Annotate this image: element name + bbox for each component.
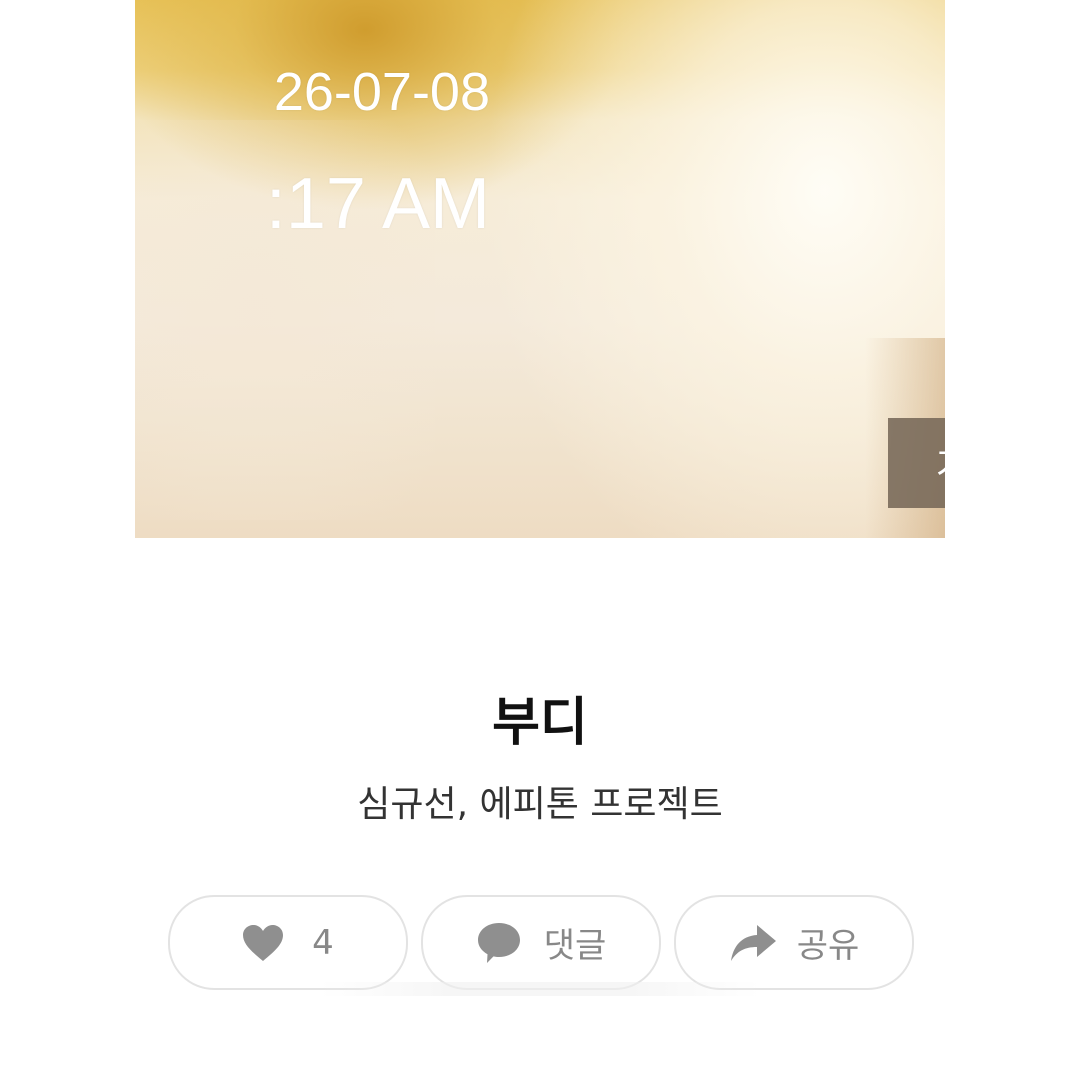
lyrics-button[interactable]: 가사 (888, 418, 945, 508)
faint-divider (320, 982, 760, 996)
share-label: 공유 (796, 926, 860, 966)
action-row: 4 댓글 공유 (168, 895, 914, 990)
overlay-date: 26-07-08 (273, 62, 490, 122)
heart-icon (242, 924, 284, 962)
song-title: 부디 (492, 693, 588, 753)
lyrics-button-label: 가사 (936, 437, 945, 489)
comment-label: 댓글 (543, 926, 607, 966)
overlay-time: :17 AM (265, 164, 490, 244)
like-button[interactable]: 4 (168, 895, 408, 990)
share-button[interactable]: 공유 (674, 895, 914, 990)
song-detail-page: 가사 26-07-08 :17 AM 부디 심규선, 에피톤 프로젝트 4 댓글 (0, 0, 1080, 1080)
share-arrow-icon (729, 923, 777, 963)
album-art: 가사 (135, 0, 945, 538)
comment-button[interactable]: 댓글 (421, 895, 661, 990)
like-count: 4 (312, 922, 334, 963)
speech-bubble-icon (476, 921, 522, 965)
song-artists: 심규선, 에피톤 프로젝트 (357, 784, 723, 825)
